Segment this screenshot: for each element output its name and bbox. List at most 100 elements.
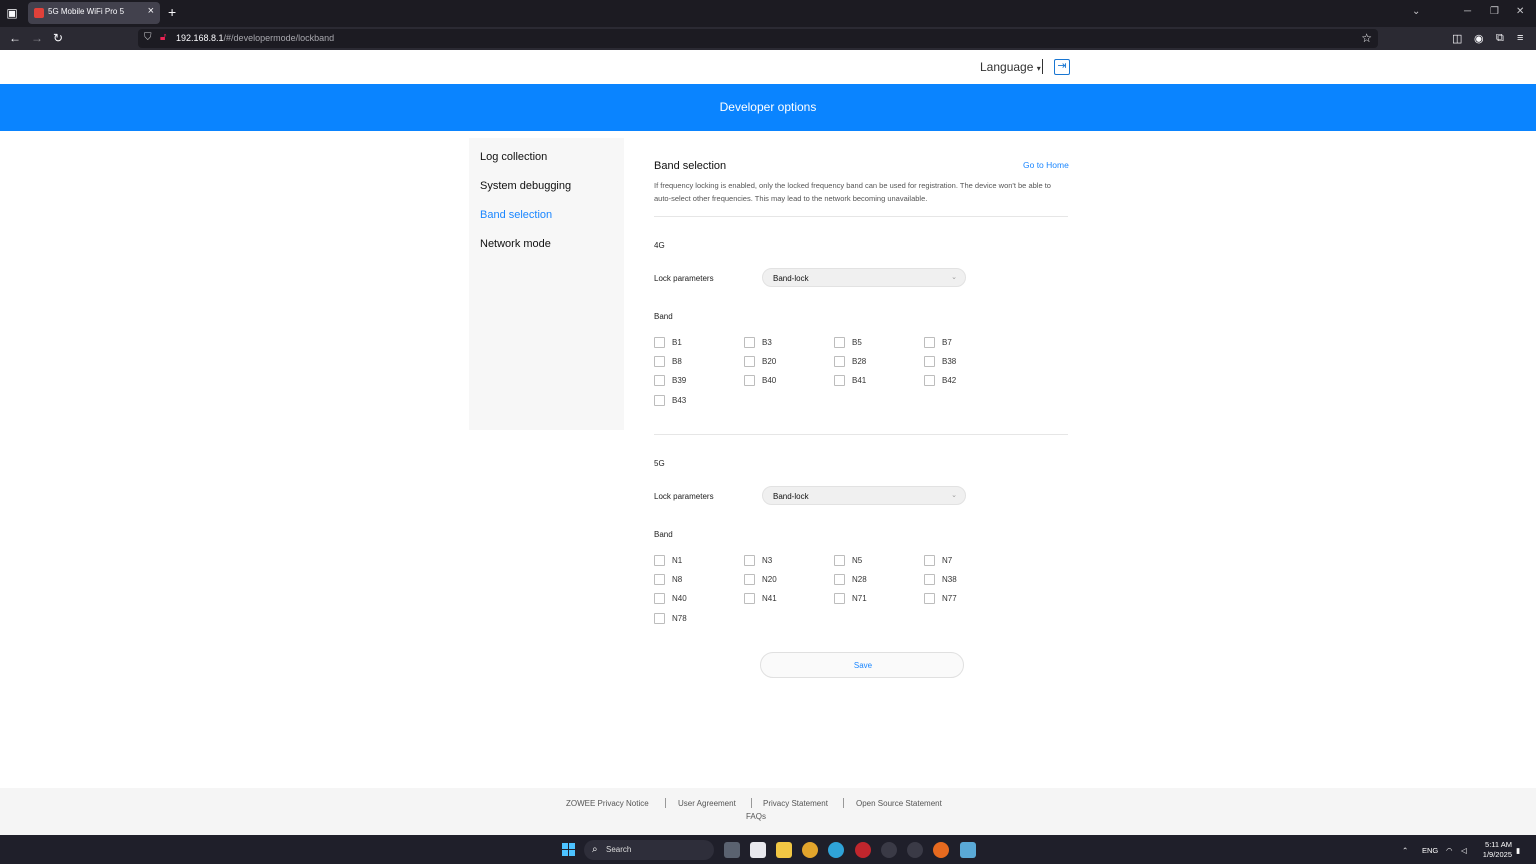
extensions-icon[interactable]: ⧉ [1496,32,1504,45]
shield-icon[interactable]: ⛉ [144,32,152,43]
browser-tab[interactable]: 5G Mobile WiFi Pro 5 × [28,2,160,24]
taskbar-search[interactable]: ⌕ Search [584,840,714,860]
calculator-app-icon[interactable] [724,842,740,858]
nr-band-checkbox[interactable] [924,555,935,566]
lte-section-label: 4G [654,241,665,250]
nr-band-label-item: N3 [762,556,773,565]
nr-lock-select[interactable]: Band-lock ⌄ [762,486,966,505]
firefox-icon[interactable] [933,842,949,858]
nr-band-checkbox[interactable] [654,612,665,624]
play-app-icon[interactable] [907,842,923,858]
caret-down-icon: ▾ [1036,64,1041,73]
nr-band-label: Band [654,530,673,539]
close-icon[interactable]: × [148,5,154,17]
minimize-icon[interactable]: ─ [1464,6,1471,17]
footer-link-privacy-notice[interactable]: ZOWEE Privacy Notice [566,799,649,808]
menu-icon[interactable]: ≡ [1517,32,1523,44]
remote-desktop-icon[interactable] [960,842,976,858]
url-host: 192.168.8.1 [176,33,224,43]
nr-band-checkbox[interactable] [834,555,845,566]
volume-icon[interactable]: ◁ [1461,846,1467,855]
lte-band-label-item: B41 [852,376,867,386]
footer-link-open-source[interactable]: Open Source Statement [856,799,942,808]
sidebar-item-system-debugging[interactable]: System debugging [480,180,571,192]
nr-band-label-item: N7 [942,556,953,565]
edge-icon[interactable] [828,842,844,858]
nr-band-checkbox[interactable] [834,593,845,605]
account-icon[interactable]: ◉ [1474,32,1484,45]
lte-band-checkbox[interactable] [654,375,665,387]
language-label: Language [980,60,1034,74]
restore-icon[interactable]: ❐ [1490,6,1499,17]
lte-band-checkbox[interactable] [654,394,665,406]
nr-band-checkbox[interactable] [654,555,665,566]
footer-link-user-agreement[interactable]: User Agreement [678,799,736,808]
wifi-icon[interactable]: ◠ [1446,846,1453,855]
lte-lock-label: Lock parameters [654,274,714,283]
windows-start-icon[interactable] [562,843,576,857]
lte-band-checkbox[interactable] [834,356,845,368]
search-icon: ⌕ [592,844,598,855]
footer-link-privacy-statement[interactable]: Privacy Statement [763,799,828,808]
address-bar[interactable]: ⛉ 🔓︎ 192.168.8.1/#/developermode/lockban… [138,29,1378,48]
chrome-icon[interactable] [802,842,818,858]
tab-list-icon[interactable]: ▣ [4,5,20,21]
sidebar-item-network-mode[interactable]: Network mode [480,238,551,250]
language-dropdown[interactable]: Language ▾ [980,60,1041,74]
clock-time: 5:11 AM [1485,840,1512,849]
lte-lock-select[interactable]: Band-lock ⌄ [762,268,966,287]
lte-band-label-item: B1 [672,338,682,347]
nr-lock-label: Lock parameters [654,492,714,501]
lte-band-label-item: B39 [672,376,687,386]
input-language[interactable]: ENG [1422,846,1438,855]
tab-title: 5G Mobile WiFi Pro 5 [48,7,125,16]
lte-band-checkbox[interactable] [654,356,665,368]
new-tab-icon[interactable]: + [168,4,176,20]
taskbar-clock[interactable]: 5:11 AM 1/9/2025 [1478,840,1512,860]
nr-band-label-item: N38 [942,575,957,585]
lte-band-checkbox[interactable] [744,337,755,348]
nr-band-checkbox[interactable] [834,574,845,586]
url-text[interactable]: 192.168.8.1/#/developermode/lockband [176,33,334,43]
nr-band-checkbox[interactable] [744,593,755,605]
footer-divider [751,798,752,808]
notification-icon[interactable]: ▮ [1516,846,1520,855]
nr-band-checkbox[interactable] [924,574,935,586]
nr-band-checkbox[interactable] [744,555,755,566]
lte-band-label-item: B28 [852,357,867,367]
nr-band-checkbox[interactable] [654,593,665,605]
chevron-down-icon[interactable]: ⌄ [1412,6,1420,17]
insecure-lock-icon[interactable]: 🔓︎ [160,32,166,43]
sidebar-item-band-selection[interactable]: Band selection [480,209,552,221]
nr-band-checkbox[interactable] [654,574,665,586]
back-icon[interactable]: ← [9,31,21,45]
reload-icon[interactable]: ↻ [53,31,63,45]
save-button[interactable]: Save [760,652,964,678]
go-to-home-link[interactable]: Go to Home [1023,160,1069,170]
lte-band-checkbox[interactable] [924,356,935,368]
sidebar-item-log-collection[interactable]: Log collection [480,151,547,163]
bookmark-star-icon[interactable]: ☆ [1361,31,1372,45]
forward-icon[interactable]: → [31,31,43,45]
media-app-icon[interactable] [855,842,871,858]
lte-band-checkbox[interactable] [834,375,845,387]
logout-icon[interactable]: ⇥ [1054,59,1070,75]
lte-band-checkbox[interactable] [924,375,935,387]
speedometer-app-icon[interactable] [881,842,897,858]
file-explorer-icon[interactable] [776,842,792,858]
nr-band-checkbox[interactable] [744,574,755,586]
lte-band-checkbox[interactable] [654,337,665,348]
footer-link-faqs[interactable]: FAQs [0,812,1512,821]
window-close-icon[interactable]: ✕ [1516,6,1524,17]
lte-band-checkbox[interactable] [834,337,845,348]
nr-band-checkbox[interactable] [924,593,935,605]
pocket-icon[interactable]: ◫ [1452,32,1462,45]
nr-band-label-item: N1 [672,556,683,565]
store-app-icon[interactable] [750,842,766,858]
lte-band-checkbox[interactable] [744,375,755,387]
lte-band-checkbox[interactable] [744,356,755,368]
chevron-up-icon[interactable]: ⌃ [1402,846,1408,855]
section-title: Band selection [654,160,727,172]
warning-description: If frequency locking is enabled, only th… [654,181,1051,203]
lte-band-checkbox[interactable] [924,337,935,348]
